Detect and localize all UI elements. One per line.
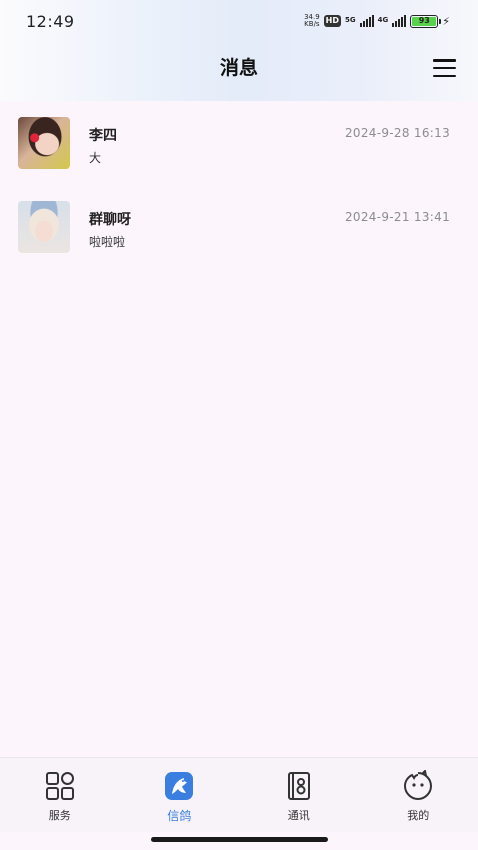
signal-icon <box>359 15 374 27</box>
hd-badge: HD <box>323 15 342 27</box>
avatar <box>18 201 70 253</box>
bottom-tab-bar: 服务 信鸽 通讯 我的 <box>0 757 478 832</box>
tab-pigeon[interactable]: 信鸽 <box>120 758 240 832</box>
chat-time: 2024-9-28 16:13 <box>345 126 450 140</box>
chat-time: 2024-9-21 13:41 <box>345 210 450 224</box>
contacts-book-icon <box>287 772 310 800</box>
smiley-icon <box>404 770 433 801</box>
chat-name: 李四 <box>89 128 117 144</box>
tab-label: 信鸽 <box>167 809 192 823</box>
status-time: 12:49 <box>26 11 75 31</box>
charging-icon: ⚡ <box>442 14 450 28</box>
battery-level: 93 <box>412 16 437 26</box>
network-type-5g: 5G <box>345 16 356 24</box>
tab-service[interactable]: 服务 <box>0 758 120 832</box>
home-indicator[interactable] <box>151 837 328 842</box>
chat-name: 群聊呀 <box>89 212 131 228</box>
avatar <box>18 117 70 169</box>
chat-list: 李四 大 2024-9-28 16:13 群聊呀 啦啦啦 2024-9-21 1… <box>0 101 478 269</box>
chat-last-message: 大 <box>89 151 102 165</box>
tab-contacts[interactable]: 通讯 <box>239 758 359 832</box>
chat-item-lisi[interactable]: 李四 大 2024-9-28 16:13 <box>0 101 478 185</box>
pigeon-icon <box>165 772 194 800</box>
tab-label: 我的 <box>407 809 430 822</box>
tab-label: 通讯 <box>287 809 310 822</box>
chat-item-group[interactable]: 群聊呀 啦啦啦 2024-9-21 13:41 <box>0 185 478 269</box>
status-bar: 12:49 34.9 KB/s HD 5G 4G 93 ⚡ <box>0 0 478 42</box>
grid-icon <box>45 772 74 800</box>
network-speed: 34.9 KB/s <box>304 13 320 28</box>
tab-mine[interactable]: 我的 <box>359 758 478 832</box>
chat-last-message: 啦啦啦 <box>89 235 126 249</box>
page-title: 消息 <box>219 57 258 79</box>
hamburger-menu-icon[interactable] <box>433 59 456 77</box>
battery-icon: 93 <box>410 14 442 28</box>
system-indicators: 34.9 KB/s HD 5G 4G 93 ⚡ <box>304 14 450 28</box>
network-type-4g: 4G <box>377 16 389 24</box>
signal-icon <box>392 15 407 27</box>
tab-label: 服务 <box>48 809 71 822</box>
